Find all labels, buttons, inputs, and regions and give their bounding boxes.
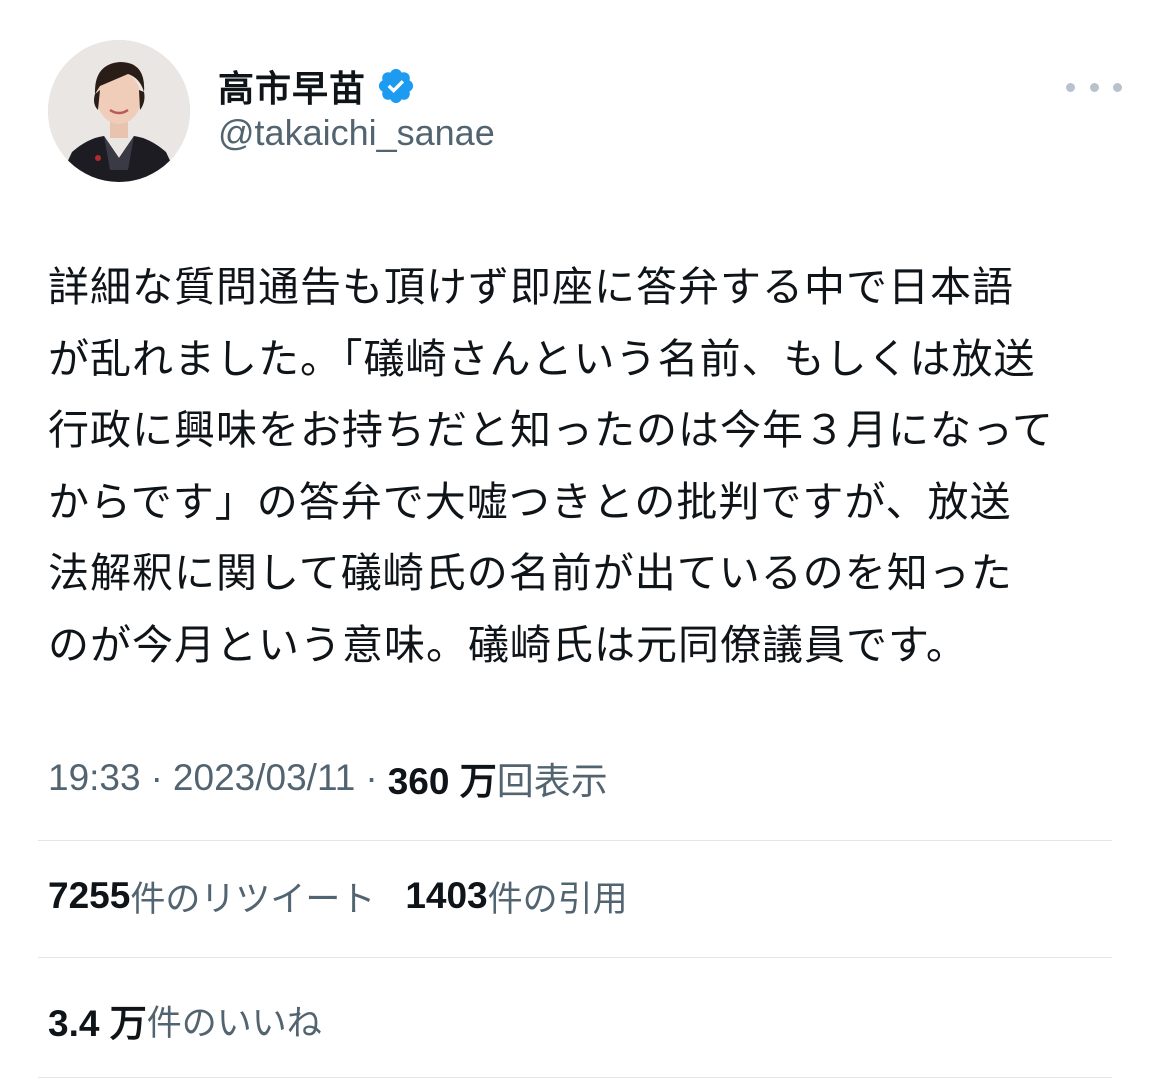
tweet-meta: 19:33 · 2023/03/11 · 360 万 回表示 xyxy=(48,748,608,808)
tweet-text-line: 法解釈に関して礒崎氏の名前が出ているのを知った xyxy=(48,549,1013,597)
more-dot-icon xyxy=(1066,82,1075,92)
avatar[interactable] xyxy=(48,40,190,182)
divider xyxy=(38,957,1112,958)
likes-stats-row: 3.4 万 件のいいね xyxy=(48,990,322,1050)
tweet-detail: 高市早苗 @takaichi_sanae 詳細な質問通告も頂けず即座に答弁する中… xyxy=(0,0,1170,1081)
engagement-stats-row: 7255 件のリツイート 1403 件の引用 xyxy=(48,866,628,926)
author-handle[interactable]: @takaichi_sanae xyxy=(218,112,495,154)
tweet-text-line: からです」の答弁で大嘘つきとの批判ですが、放送 xyxy=(48,477,1012,526)
retweets-label: 件のリツイート xyxy=(130,879,376,920)
more-dot-icon xyxy=(1113,82,1122,92)
more-options-button[interactable] xyxy=(1066,70,1122,104)
views-label: 回表示 xyxy=(496,761,608,802)
author-name-row: 高市早苗 xyxy=(218,58,416,114)
tweet-text-line: 詳細な質問通告も頂けず即座に答弁する中で日本語 xyxy=(48,263,1014,311)
meta-separator: · xyxy=(365,757,378,798)
tweet-text-line: が乱れました。「礒崎さんという名前、もしくは放送 xyxy=(48,334,1036,383)
tweet-text-line: 行政に興味をお持ちだと知ったのは今年３月になって xyxy=(48,406,1054,454)
avatar-portrait-image xyxy=(48,40,190,182)
verified-badge-icon xyxy=(376,66,416,106)
divider xyxy=(38,1077,1112,1078)
author-display-name[interactable]: 高市早苗 xyxy=(218,60,366,112)
tweet-time[interactable]: 19:33 xyxy=(48,757,141,799)
tweet-text-line: のが今月という意味。礒崎氏は元同僚議員です。 xyxy=(48,620,968,669)
likes-label: 件のいいね xyxy=(146,1003,322,1044)
divider xyxy=(38,840,1112,841)
quotes-stat[interactable]: 1403 件の引用 xyxy=(405,871,627,922)
quotes-count: 1403 xyxy=(405,875,488,916)
views-count: 360 万 xyxy=(387,761,497,802)
tweet-date[interactable]: 2023/03/11 xyxy=(173,757,355,799)
likes-count: 3.4 万 xyxy=(48,1003,147,1044)
likes-stat[interactable]: 3.4 万 件のいいね xyxy=(48,993,322,1047)
quotes-label: 件の引用 xyxy=(487,879,628,920)
retweets-stat[interactable]: 7255 件のリツイート xyxy=(48,871,375,922)
more-dot-icon xyxy=(1089,82,1099,92)
meta-separator: · xyxy=(150,757,163,798)
retweets-count: 7255 xyxy=(48,875,131,916)
tweet-text: 詳細な質問通告も頂けず即座に答弁する中で日本語 が乱れました。「礒崎さんという名… xyxy=(48,252,1128,681)
